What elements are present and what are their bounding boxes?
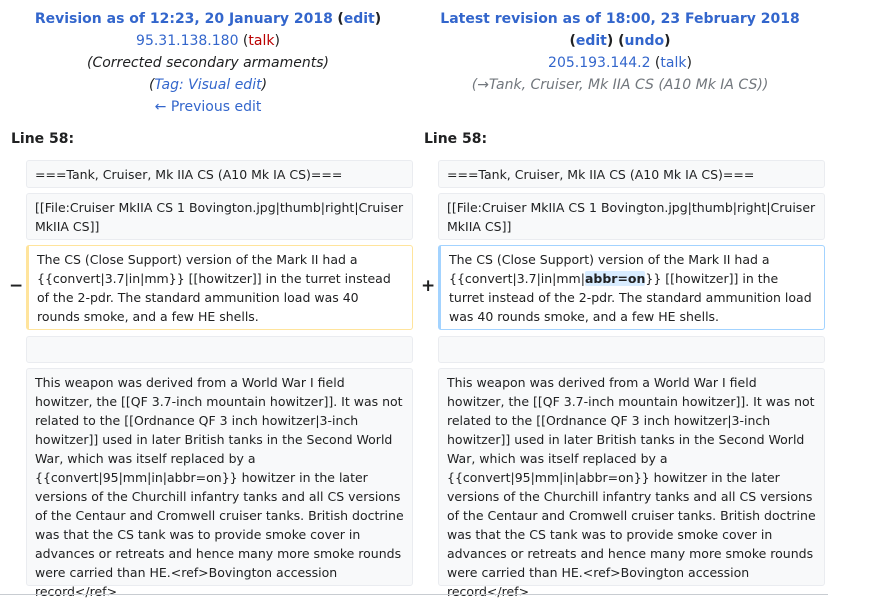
added-line-marker: + — [421, 276, 436, 296]
inserted-text-highlight: abbr=on — [584, 271, 646, 286]
undo-link[interactable]: undo — [625, 33, 665, 49]
new-revision-header: Latest revision as of 18:00, 23 February… — [440, 11, 800, 93]
old-revision-header: Revision as of 12:23, 20 January 2018 (e… — [0, 8, 416, 118]
new-context-paragraph: This weapon was derived from a World War… — [438, 368, 825, 599]
old-edit-summary: (Corrected secondary armaments) — [87, 55, 329, 71]
new-user-ip-link[interactable]: 205.193.144.2 — [548, 55, 650, 71]
deleted-line-marker: − — [9, 276, 24, 296]
old-revision-link[interactable]: Revision as of 12:23, 20 January 2018 — [35, 11, 333, 27]
new-line-number: Line 58: — [424, 131, 488, 147]
new-edit-summary: Tank, Cruiser, Mk IIA CS (A10 Mk IA CS) — [488, 77, 763, 93]
old-line-number: Line 58: — [11, 131, 75, 147]
old-context-file: [[File:Cruiser MkIIA CS 1 Bovington.jpg|… — [26, 193, 413, 240]
new-context-blank — [438, 336, 825, 363]
old-context-heading: ===Tank, Cruiser, Mk IIA CS (A10 Mk IA C… — [26, 160, 413, 188]
new-talk-link[interactable]: talk — [660, 55, 686, 71]
old-tag-link[interactable]: Tag: Visual edit — [154, 77, 261, 93]
new-context-heading: ===Tank, Cruiser, Mk IIA CS (A10 Mk IA C… — [438, 160, 825, 188]
old-user-ip-link[interactable]: 95.31.138.180 — [136, 33, 238, 49]
new-edit-link[interactable]: edit — [576, 33, 607, 49]
old-edit-link[interactable]: edit — [344, 11, 375, 27]
bottom-divider — [0, 594, 828, 595]
section-arrow-link[interactable]: → — [477, 77, 489, 93]
old-context-blank — [26, 336, 413, 363]
new-context-file: [[File:Cruiser MkIIA CS 1 Bovington.jpg|… — [438, 193, 825, 240]
old-context-paragraph: This weapon was derived from a World War… — [26, 368, 413, 599]
deleted-line: The CS (Close Support) version of the Ma… — [26, 245, 413, 330]
old-talk-link[interactable]: talk — [248, 33, 274, 49]
new-revision-link[interactable]: Latest revision as of 18:00, 23 February… — [440, 11, 799, 27]
previous-edit-link[interactable]: ← Previous edit — [155, 99, 262, 115]
added-line: The CS (Close Support) version of the Ma… — [438, 245, 825, 330]
